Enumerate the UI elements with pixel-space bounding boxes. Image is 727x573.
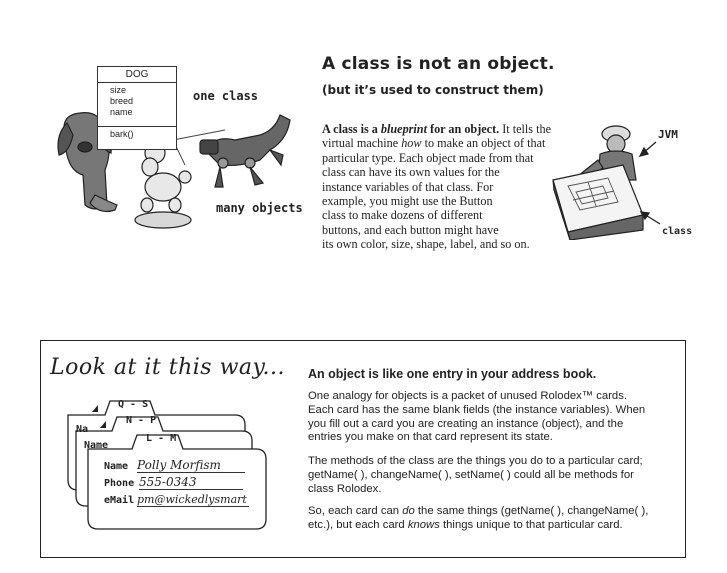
text-line: class Rolodex. [308, 482, 382, 495]
card-peek-middle: Name [84, 440, 109, 451]
label-class: class [662, 226, 693, 237]
text-line: you fill out a card you are creating an … [308, 417, 624, 430]
object-paragraph-1: One analogy for objects is a packet of u… [308, 390, 668, 445]
uml-class-box: DOG size breed name bark() [97, 66, 177, 150]
uml-methods: bark() [98, 127, 176, 140]
uml-class-name: DOG [98, 67, 176, 83]
card-value-name: Polly Morfism [137, 458, 245, 473]
card-label-phone: Phone [104, 478, 135, 489]
object-paragraph-2: The methods of the class are the things … [308, 455, 668, 496]
text-line: getName( ), changeName( ), setName( ) co… [308, 468, 634, 481]
uml-attribute: name [110, 107, 133, 117]
object-heading: An object is like one entry in your addr… [308, 367, 597, 381]
card-value-email: pm@wickedlysmart [137, 493, 249, 507]
card-tab-back: Q - S [118, 399, 149, 410]
card-label-email: eMail [104, 495, 135, 506]
section-heading: A class is not an object. [322, 54, 555, 74]
text-line: etc.), but each card knows things unique… [308, 518, 623, 531]
text-line: Each card has the same blank fields (the… [308, 403, 646, 416]
card-label-name: Name [104, 461, 129, 472]
section-subheading: (but it’s used to construct them) [322, 83, 544, 97]
card-value-phone: 555-0343 [139, 475, 243, 490]
uml-attribute: size [110, 85, 127, 95]
text-line: The methods of the class are the things … [308, 455, 643, 467]
uml-method: bark() [110, 129, 134, 139]
text-line: entries you make on that card represent … [308, 431, 553, 444]
card-tab-front: L - M [146, 433, 177, 444]
uml-attribute: breed [110, 96, 134, 106]
object-paragraph-3: So, each card can do the same things (ge… [308, 505, 668, 533]
label-one-class: one class [193, 89, 259, 103]
label-many-objects: many objects [216, 201, 303, 215]
look-title: Look at it this way... [50, 355, 286, 380]
text-line: So, each card can do the same things (ge… [308, 505, 649, 517]
card-peek-back: Na [76, 424, 89, 435]
label-jvm: JVM [658, 128, 678, 141]
card-tab-middle: N - P [126, 415, 157, 426]
text-line: One analogy for objects is a packet of u… [308, 390, 628, 402]
uml-attributes: size breed name [98, 83, 176, 127]
